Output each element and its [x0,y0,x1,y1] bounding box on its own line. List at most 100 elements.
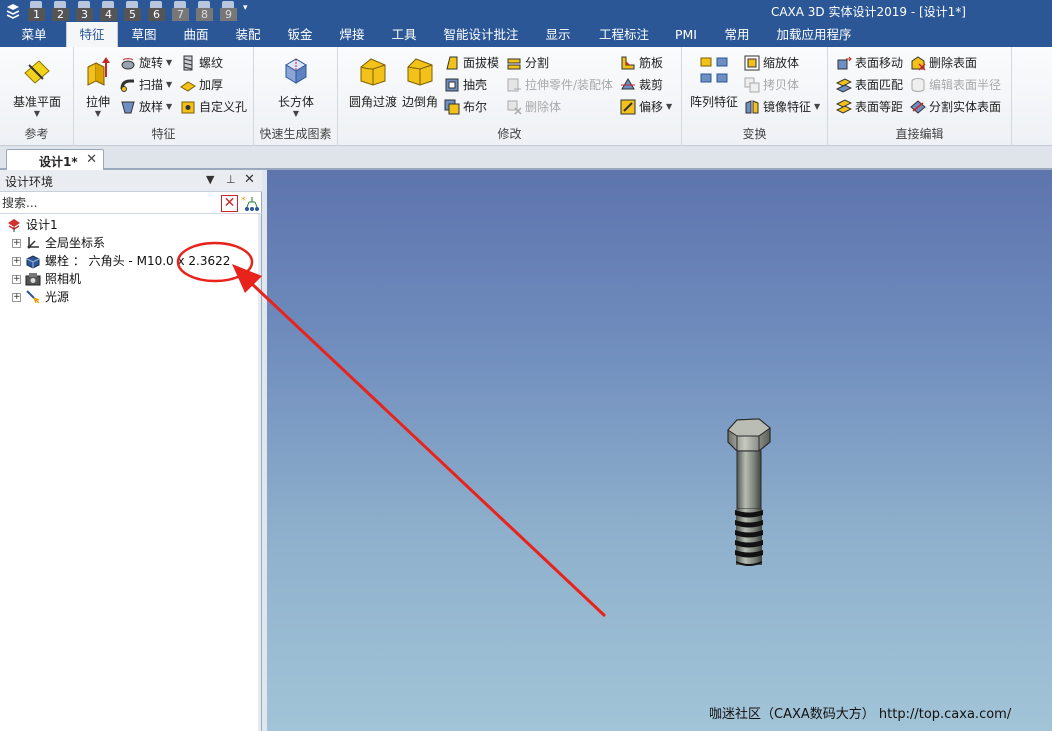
tab-pmi[interactable]: PMI [664,22,708,47]
group-label-reference: 参考 [24,127,49,141]
dropdown-arrow-icon: ▼ [666,102,673,111]
panel-scrollbar[interactable] [258,214,261,731]
stretch-part-button[interactable]: 拉伸零件/装配体 [506,75,613,95]
trim-button[interactable]: 裁剪 [620,75,663,95]
quick-access-button-4[interactable]: 4 [99,1,118,21]
clear-search-icon[interactable]: ✕ [221,195,238,212]
tab-assembly[interactable]: 装配 [222,22,274,47]
tree-item-light-source[interactable]: + 光源 [12,288,69,306]
document-tab-strip: 设计1* ✕ [0,146,1052,170]
tab-surface[interactable]: 曲面 [170,22,222,47]
tab-sketch[interactable]: 草图 [118,22,170,47]
bolt-shank [736,450,762,510]
tab-features[interactable]: 特征 [66,22,118,47]
rib-button[interactable]: 筋板 [620,53,663,73]
quick-access-button-2[interactable]: 2 [51,1,70,21]
delete-body-button[interactable]: 删除体 [506,97,561,117]
tab-engineering-dimension[interactable]: 工程标注 [592,22,656,47]
copy-body-button[interactable]: 拷贝体 [744,75,799,95]
shell-icon [445,78,459,92]
tab-display[interactable]: 显示 [532,22,584,47]
extrude-button[interactable]: 拉伸 ▼ [78,55,118,118]
expand-icon[interactable]: + [12,274,21,284]
quick-access-button-1[interactable]: 1 [27,1,46,21]
scale-body-icon [744,55,760,71]
panel-menu-chevron-icon[interactable]: ▼ [206,173,214,186]
tree-root-design[interactable]: 设计1 [6,216,58,234]
document-tab[interactable]: 设计1* ✕ [6,149,104,170]
edit-face-radius-button[interactable]: 编辑表面半径 [910,75,1001,95]
extrude-icon [87,57,110,86]
expand-icon[interactable]: + [12,292,21,302]
dropdown-arrow-icon: ▼ [166,102,173,111]
revolve-button[interactable]: 旋转 ▼ [120,53,172,73]
mirror-feature-button[interactable]: 镜像特征 ▼ [744,97,820,117]
pattern-feature-button[interactable]: 阵列特征 [686,55,742,110]
tab-tools[interactable]: 工具 [378,22,430,47]
fillet-button[interactable]: 圆角过渡 [344,55,402,110]
face-move-button[interactable]: 表面移动 [836,53,903,73]
tab-menu[interactable]: 菜单 [8,22,60,47]
tree-filter-icon[interactable]: * [241,195,259,213]
shell-button[interactable]: 抽壳 [444,75,487,95]
search-input[interactable] [2,194,216,212]
split-solid-face-button[interactable]: 分割实体表面 [910,97,1001,117]
split-icon [507,58,521,70]
thread-button[interactable]: 螺纹 [180,53,223,73]
split-solid-face-icon [910,100,926,114]
tree-item-camera[interactable]: + 照相机 [12,270,81,288]
face-match-button[interactable]: 表面匹配 [836,75,903,95]
offset-button[interactable]: 偏移 ▼ [620,97,672,117]
group-reference: 基准平面 ▼ 参考 [0,47,74,146]
custom-hole-icon [181,101,195,114]
3d-viewport[interactable]: 咖迷社区（CAXA数码大方） http://top.caxa.com/ [267,170,1052,731]
quick-access-button-9[interactable]: 9 [219,1,238,21]
coordinate-system-icon [27,237,39,249]
tree-item-bolt[interactable]: + 螺栓 ： 六角头 - M10.0 x 2.3622 [12,252,230,270]
panel-header: 设计环境 ▼ ⊥ ✕ [0,170,262,192]
tree-item-global-coordinate-system[interactable]: + 全局坐标系 [12,234,105,252]
delete-face-button[interactable]: 删除表面 [910,53,977,73]
quick-access-button-3[interactable]: 3 [75,1,94,21]
quick-access-button-6[interactable]: 6 [147,1,166,21]
tab-common[interactable]: 常用 [714,22,760,47]
tab-sheet-metal[interactable]: 钣金 [274,22,326,47]
delete-body-icon [507,100,522,115]
tab-smart-design-annotation[interactable]: 智能设计批注 [436,22,526,47]
expand-icon[interactable]: + [12,256,21,266]
chamfer-button[interactable]: 边倒角 [400,55,440,110]
split-button[interactable]: 分割 [506,53,549,73]
quick-access-button-5[interactable]: 5 [123,1,142,21]
bolt-model[interactable] [267,170,1052,731]
box-button[interactable]: 长方体 ▼ [268,55,324,118]
mirror-feature-icon [745,100,759,114]
group-features: 拉伸 ▼ 旋转 ▼ 扫描 ▼ 放样 ▼ 螺纹 加厚 自定义孔 特征 [74,47,254,146]
pin-icon[interactable]: ⊥ [226,173,236,186]
datum-plane-button[interactable]: 基准平面 ▼ [8,55,66,118]
draft-button[interactable]: 面拔模 [444,53,499,73]
customize-toolbar-chevron-icon[interactable]: ▾ [243,1,253,21]
tab-load-applications[interactable]: 加载应用程序 [770,22,858,47]
face-offset-button[interactable]: 表面等距 [836,97,903,117]
window-title: CAXA 3D 实体设计2019 - [设计1*] [770,5,966,19]
custom-hole-button[interactable]: 自定义孔 [180,97,247,117]
face-match-icon [836,78,852,93]
dropdown-arrow-icon: ▼ [33,109,41,118]
expand-icon[interactable]: + [12,238,21,248]
face-move-icon [837,56,852,70]
tab-welding[interactable]: 焊接 [326,22,378,47]
quick-access-button-8[interactable]: 8 [195,1,214,21]
dropdown-arrow-icon: ▼ [166,80,173,89]
panel-close-icon[interactable]: ✕ [244,172,255,187]
app-menu-icon[interactable] [4,2,22,20]
sweep-button[interactable]: 扫描 ▼ [120,75,172,95]
search-row: ✕ * [0,192,262,214]
thicken-button[interactable]: 加厚 [180,75,223,95]
scale-body-button[interactable]: 缩放体 [744,53,799,73]
delete-face-icon [911,56,926,71]
loft-button[interactable]: 放样 ▼ [120,97,172,117]
quick-access-button-7[interactable]: 7 [171,1,190,21]
bolt-thread [735,509,763,566]
close-icon[interactable]: ✕ [86,152,97,167]
boolean-button[interactable]: 布尔 [444,97,487,117]
